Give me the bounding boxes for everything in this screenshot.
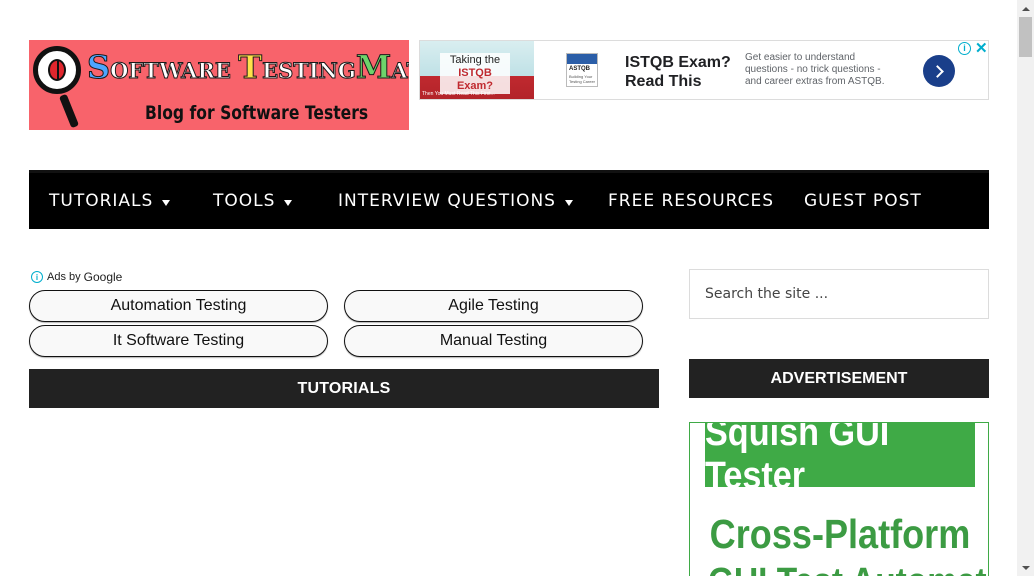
ads-by-brand: Google bbox=[83, 270, 123, 284]
nav-label: FREE RESOURCES bbox=[608, 191, 775, 211]
ad-link-manual-testing[interactable]: Manual Testing bbox=[344, 325, 643, 357]
advertisement-heading: ADVERTISEMENT bbox=[689, 359, 989, 398]
ad-headline[interactable]: ISTQB Exam? Read This bbox=[625, 53, 731, 91]
ad-link-agile-testing[interactable]: Agile Testing bbox=[344, 290, 643, 322]
astqb-logo-text: ASTQB bbox=[569, 66, 590, 72]
site-logo[interactable]: SOFTWARE TESTINGMATERIAL Blog for Softwa… bbox=[29, 40, 409, 130]
squish-ad-line2: GUI Test Automation bbox=[708, 561, 988, 576]
nav-item-interview-questions[interactable]: INTERVIEW QUESTIONS bbox=[338, 173, 573, 229]
ad-thumb-footer: Then You Must Read This First... bbox=[422, 91, 495, 97]
squish-ad[interactable]: Squish GUI Tester Cross-Platform GUI Tes… bbox=[689, 422, 989, 576]
nav-item-free-resources[interactable]: FREE RESOURCES bbox=[608, 173, 774, 229]
nav-item-guest-post[interactable]: GUEST POST bbox=[804, 173, 922, 229]
scroll-down-arrow-icon[interactable] bbox=[1017, 559, 1034, 576]
caret-down-icon bbox=[284, 199, 293, 206]
ad-description[interactable]: Get easier to understand questions - no … bbox=[745, 52, 895, 88]
ladybug-icon bbox=[48, 59, 66, 81]
ad-link-it-software-testing[interactable]: It Software Testing bbox=[29, 325, 328, 357]
nav-label: TOOLS bbox=[213, 191, 276, 211]
nav-label: INTERVIEW QUESTIONS bbox=[338, 191, 556, 211]
page: SOFTWARE TESTINGMATERIAL Blog for Softwa… bbox=[0, 0, 1034, 576]
chevron-right-icon bbox=[931, 64, 944, 78]
squish-ad-line1: Cross-Platform bbox=[709, 511, 971, 557]
ad-headline-line2: Read This bbox=[625, 73, 702, 90]
magnifier-handle bbox=[58, 93, 80, 129]
nav-item-tools[interactable]: TOOLS bbox=[213, 173, 293, 229]
vertical-scrollbar[interactable] bbox=[1017, 0, 1034, 576]
ad-thumb-line2: ISTQB Exam? bbox=[456, 67, 494, 92]
top-ad-banner[interactable]: Taking the ISTQB Exam? Then You Must Rea… bbox=[419, 40, 989, 100]
ads-by-google[interactable]: i Ads by Google bbox=[31, 270, 122, 284]
search-input[interactable] bbox=[690, 270, 988, 318]
caret-down-icon bbox=[564, 199, 573, 206]
astqb-logo[interactable]: ASTQB Building Your Testing Career bbox=[566, 53, 598, 87]
info-icon: i bbox=[31, 271, 43, 283]
scroll-up-arrow-icon[interactable] bbox=[1017, 0, 1034, 17]
ad-thumbnail-text: Taking the ISTQB Exam? bbox=[440, 53, 510, 94]
ad-thumbnail[interactable]: Taking the ISTQB Exam? Then You Must Rea… bbox=[420, 41, 534, 99]
ad-info-icon[interactable]: i bbox=[958, 42, 971, 55]
main-nav: TUTORIALS TOOLS INTERVIEW QUESTIONS FREE… bbox=[29, 170, 989, 229]
scroll-thumb[interactable] bbox=[1019, 17, 1032, 57]
logo-title: SOFTWARE TESTINGMATERIAL bbox=[86, 48, 409, 87]
logo-subtitle: Blog for Software Testers bbox=[145, 102, 369, 124]
caret-down-icon bbox=[162, 199, 171, 206]
search-box[interactable] bbox=[689, 269, 989, 319]
nav-label: TUTORIALS bbox=[49, 191, 154, 211]
ad-go-button[interactable] bbox=[923, 55, 955, 87]
section-title-tutorials: TUTORIALS bbox=[29, 369, 659, 408]
nav-label: GUEST POST bbox=[804, 191, 922, 211]
astqb-tagline: Building Your Testing Career bbox=[569, 74, 596, 84]
ad-thumb-line1: Taking the bbox=[449, 54, 501, 66]
squish-ad-title: Squish GUI Tester bbox=[705, 423, 975, 497]
ad-link-automation-testing[interactable]: Automation Testing bbox=[29, 290, 328, 322]
ad-headline-line1: ISTQB Exam? bbox=[625, 54, 731, 71]
ad-close-icon[interactable]: ✕ bbox=[975, 39, 988, 57]
ads-by-prefix: Ads by bbox=[47, 271, 81, 283]
magnifier-icon bbox=[33, 46, 81, 94]
nav-item-tutorials[interactable]: TUTORIALS bbox=[49, 173, 171, 229]
